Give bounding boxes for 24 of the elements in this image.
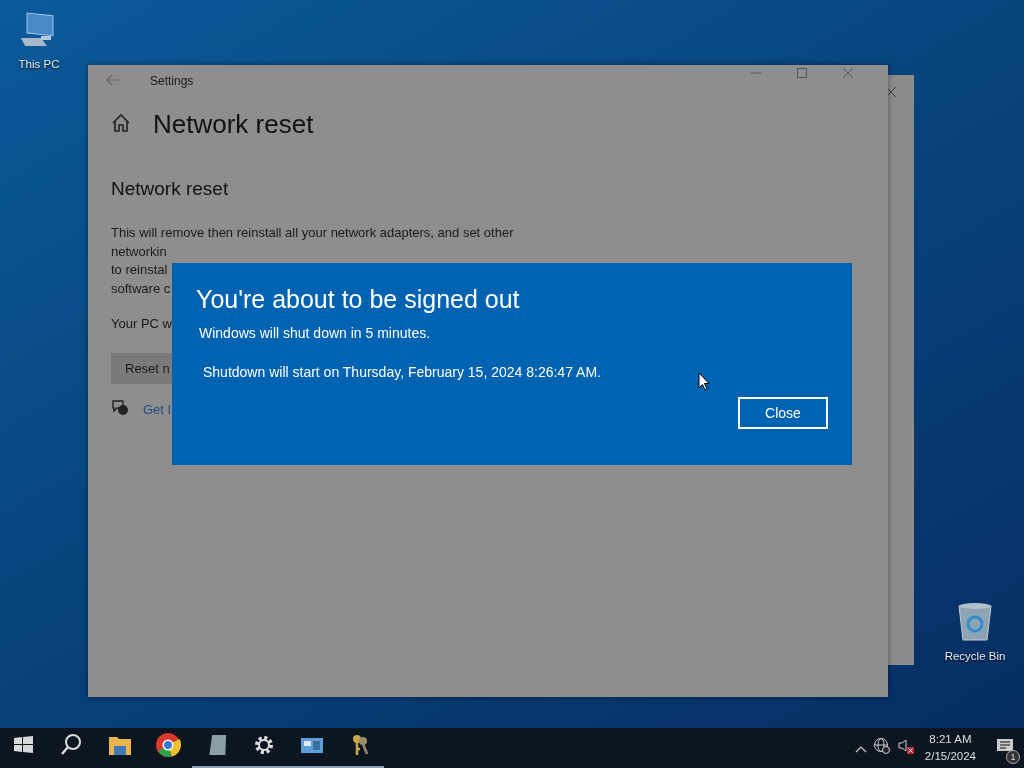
icon-label[interactable]: Recycle Bin — [944, 650, 1006, 662]
close-icon[interactable] — [885, 86, 897, 98]
dialog-detail: Shutdown will start on Thursday, February 15, 2024 8:26:47 AM. — [203, 364, 601, 380]
speaker-muted-icon[interactable] — [896, 738, 915, 754]
clock-time[interactable]: 8:21 AM — [929, 731, 972, 748]
globe-icon[interactable] — [872, 737, 891, 755]
section-title: Network reset — [111, 178, 229, 200]
dialog-message: Windows will shut down in 5 minutes. — [199, 325, 431, 341]
description-text: to reinstal — [111, 261, 169, 279]
close-button[interactable]: Close — [738, 397, 828, 429]
chevron-up-icon[interactable] — [854, 745, 867, 753]
status-text: Your PC w — [111, 316, 172, 331]
clock-date[interactable]: 2/15/2024 — [924, 748, 976, 765]
window-title: Settings — [150, 74, 195, 88]
home-icon[interactable] — [111, 112, 131, 133]
page-title: Network reset — [153, 109, 314, 140]
description-text: This will remove then reinstall all your network adapters, and set other — [111, 224, 514, 242]
cursor-icon — [698, 372, 710, 391]
dialog-title: You're about to be signed out — [196, 285, 520, 314]
help-chat-icon — [111, 398, 129, 416]
description-text: networkin — [111, 242, 168, 261]
icon-label[interactable]: This PC — [18, 58, 60, 70]
notification-badge: 1 — [1006, 750, 1020, 764]
description-text: software c — [111, 279, 172, 298]
